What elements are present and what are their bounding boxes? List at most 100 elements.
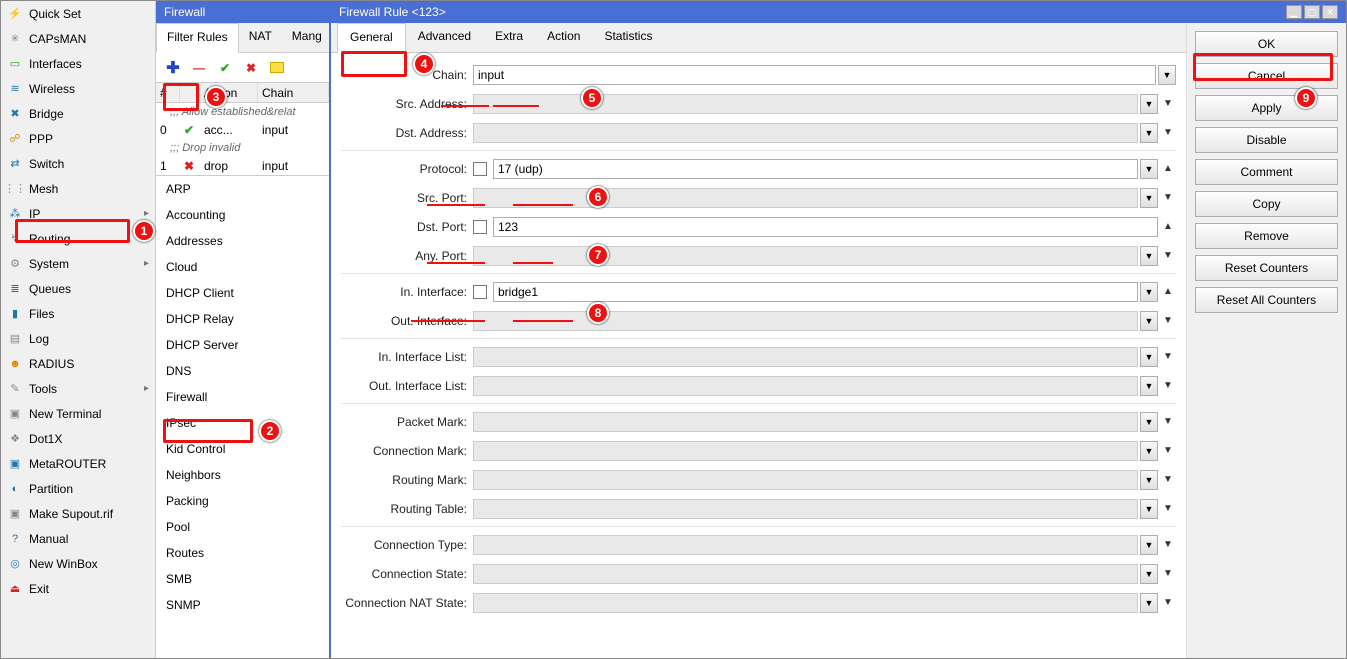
sidebar-item-quick-set[interactable]: ⚡ Quick Set [1, 1, 155, 26]
apply-button[interactable]: Apply [1195, 95, 1338, 121]
ip-submenu-neighbors[interactable]: Neighbors [156, 462, 329, 488]
dropdown-pktmark[interactable]: ▼ [1140, 412, 1158, 432]
remove-button[interactable]: — [188, 57, 210, 79]
ip-submenu-dhcp-relay[interactable]: DHCP Relay [156, 306, 329, 332]
disable-button[interactable]: Disable [1195, 127, 1338, 153]
dropdown-chain[interactable]: ▼ [1158, 65, 1176, 85]
sidebar-item-queues[interactable]: ≣ Queues [1, 276, 155, 301]
ip-submenu-smb[interactable]: SMB [156, 566, 329, 592]
sidebar-item-mesh[interactable]: ⋮⋮ Mesh [1, 176, 155, 201]
reset-all-counters-button[interactable]: Reset All Counters [1195, 287, 1338, 313]
input-pktmark[interactable] [473, 412, 1138, 432]
sidebar-item-new-winbox[interactable]: ◎ New WinBox [1, 551, 155, 576]
fw-tab-nat[interactable]: NAT [239, 23, 282, 52]
input-conntype[interactable] [473, 535, 1138, 555]
tri-arrow-inifacelist[interactable]: ▼ [1160, 347, 1176, 367]
input-connstate[interactable] [473, 564, 1138, 584]
up-arrow-dstport[interactable]: ▲ [1160, 217, 1176, 237]
up-arrow-protocol[interactable]: ▲ [1160, 159, 1176, 179]
dropdown-conntype[interactable]: ▼ [1140, 535, 1158, 555]
rule-tab-statistics[interactable]: Statistics [592, 23, 664, 52]
ip-submenu-accounting[interactable]: Accounting [156, 202, 329, 228]
reset-counters-button[interactable]: Reset Counters [1195, 255, 1338, 281]
th-action[interactable]: Action [200, 83, 258, 102]
sidebar-item-ppp[interactable]: ☍ PPP [1, 126, 155, 151]
comment-button[interactable]: Comment [1195, 159, 1338, 185]
checkbox-dstport[interactable] [473, 220, 487, 234]
rule-tab-advanced[interactable]: Advanced [406, 23, 483, 52]
ip-submenu-snmp[interactable]: SNMP [156, 592, 329, 618]
th-num[interactable]: # [156, 83, 180, 102]
sidebar-item-partition[interactable]: ◐ Partition [1, 476, 155, 501]
ip-submenu-firewall[interactable]: Firewall [156, 384, 329, 410]
sidebar-item-dot1x[interactable]: ❖ Dot1X [1, 426, 155, 451]
tri-arrow-dstaddr[interactable]: ▼ [1160, 123, 1176, 143]
tri-arrow-conntype[interactable]: ▼ [1160, 535, 1176, 555]
th-blank[interactable] [180, 83, 200, 102]
ip-submenu-dhcp-server[interactable]: DHCP Server [156, 332, 329, 358]
rule-tab-extra[interactable]: Extra [483, 23, 535, 52]
minimize-button[interactable]: ▁ [1286, 5, 1302, 19]
dropdown-routtable[interactable]: ▼ [1140, 499, 1158, 519]
fw-tab-filter-rules[interactable]: Filter Rules [156, 23, 239, 53]
input-srcaddr[interactable] [473, 94, 1138, 114]
enable-button[interactable]: ✔ [214, 57, 236, 79]
close-button[interactable]: ✕ [1322, 5, 1338, 19]
ip-submenu-cloud[interactable]: Cloud [156, 254, 329, 280]
dropdown-srcport[interactable]: ▼ [1140, 188, 1158, 208]
checkbox-protocol[interactable] [473, 162, 487, 176]
input-dstport[interactable] [493, 217, 1158, 237]
tri-arrow-routtable[interactable]: ▼ [1160, 499, 1176, 519]
comment-button[interactable] [266, 57, 288, 79]
input-routmark[interactable] [473, 470, 1138, 490]
dropdown-connstate[interactable]: ▼ [1140, 564, 1158, 584]
table-row[interactable]: 0 ✔ acc... input [156, 121, 329, 139]
checkbox-iniface[interactable] [473, 285, 487, 299]
up-arrow-iniface[interactable]: ▲ [1160, 282, 1176, 302]
tri-arrow-outiface[interactable]: ▼ [1160, 311, 1176, 331]
ip-submenu-dns[interactable]: DNS [156, 358, 329, 384]
ok-button[interactable]: OK [1195, 31, 1338, 57]
input-outifacelist[interactable] [473, 376, 1138, 396]
sidebar-item-interfaces[interactable]: ▭ Interfaces [1, 51, 155, 76]
input-routtable[interactable] [473, 499, 1138, 519]
sidebar-item-routing[interactable]: ↯ Routing ▸ [1, 226, 155, 251]
tri-arrow-srcaddr[interactable]: ▼ [1160, 94, 1176, 114]
table-row[interactable]: 1 ✖ drop input [156, 157, 329, 175]
fw-tab-mang[interactable]: Mang [282, 23, 332, 52]
input-chain[interactable] [473, 65, 1156, 85]
tri-arrow-connnat[interactable]: ▼ [1160, 593, 1176, 613]
dropdown-connnat[interactable]: ▼ [1140, 593, 1158, 613]
add-button[interactable]: ✚ [162, 57, 184, 79]
sidebar-item-radius[interactable]: ☻ RADIUS [1, 351, 155, 376]
ip-submenu-routes[interactable]: Routes [156, 540, 329, 566]
tri-arrow-pktmark[interactable]: ▼ [1160, 412, 1176, 432]
disable-button[interactable]: ✖ [240, 57, 262, 79]
sidebar-item-log[interactable]: ▤ Log [1, 326, 155, 351]
dropdown-routmark[interactable]: ▼ [1140, 470, 1158, 490]
dropdown-anyport[interactable]: ▼ [1140, 246, 1158, 266]
tri-arrow-srcport[interactable]: ▼ [1160, 188, 1176, 208]
input-iniface[interactable] [493, 282, 1138, 302]
tri-arrow-routmark[interactable]: ▼ [1160, 470, 1176, 490]
input-dstaddr[interactable] [473, 123, 1138, 143]
input-srcport[interactable] [473, 188, 1138, 208]
input-connmark[interactable] [473, 441, 1138, 461]
copy-button[interactable]: Copy [1195, 191, 1338, 217]
sidebar-item-files[interactable]: ▮ Files [1, 301, 155, 326]
input-protocol[interactable] [493, 159, 1138, 179]
remove-button[interactable]: Remove [1195, 223, 1338, 249]
th-chain[interactable]: Chain [258, 83, 329, 102]
dropdown-iniface[interactable]: ▼ [1140, 282, 1158, 302]
sidebar-item-wireless[interactable]: ≋ Wireless [1, 76, 155, 101]
sidebar-item-tools[interactable]: ✎ Tools ▸ [1, 376, 155, 401]
sidebar-item-make-supout-rif[interactable]: ▣ Make Supout.rif [1, 501, 155, 526]
sidebar-item-metarouter[interactable]: ▣ MetaROUTER [1, 451, 155, 476]
ip-submenu-pool[interactable]: Pool [156, 514, 329, 540]
sidebar-item-bridge[interactable]: ✖ Bridge [1, 101, 155, 126]
tri-arrow-connmark[interactable]: ▼ [1160, 441, 1176, 461]
table-row-comment[interactable]: ;;; Allow established&relat [156, 103, 329, 121]
input-outiface[interactable] [473, 311, 1138, 331]
dropdown-connmark[interactable]: ▼ [1140, 441, 1158, 461]
dropdown-srcaddr[interactable]: ▼ [1140, 94, 1158, 114]
